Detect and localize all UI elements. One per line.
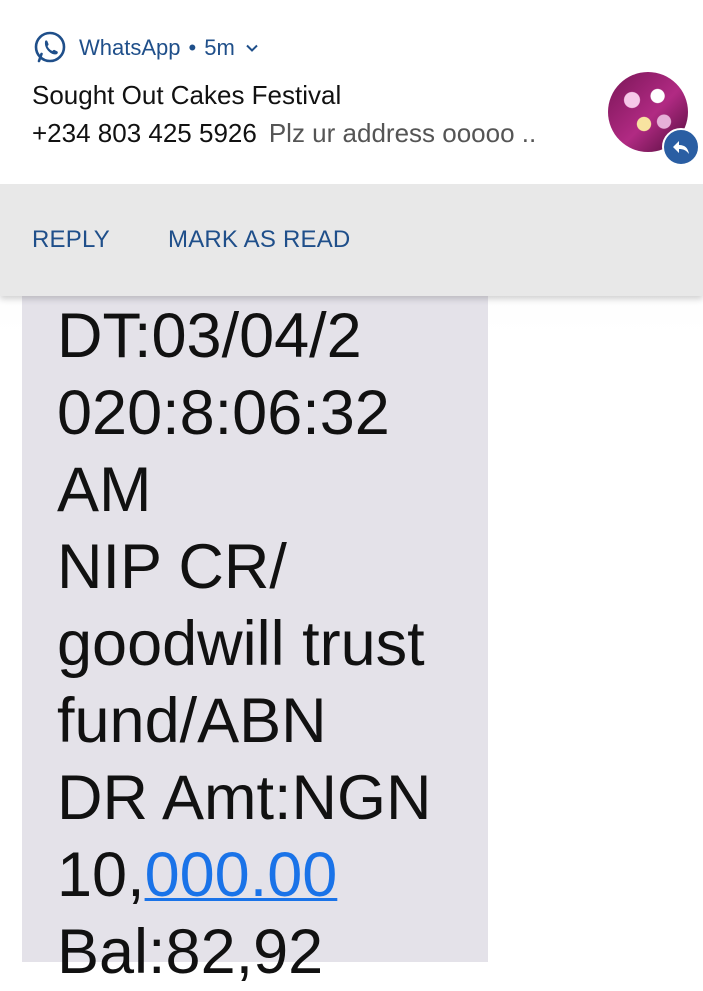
reply-button[interactable]: REPLY bbox=[32, 226, 110, 254]
sms-line: NIP CR/ bbox=[57, 532, 287, 602]
notification-actions: REPLY MARK AS READ bbox=[0, 184, 703, 296]
sms-line: DT:03/04/2 bbox=[57, 301, 362, 371]
mark-as-read-button[interactable]: MARK AS READ bbox=[168, 226, 350, 254]
separator-dot: • bbox=[188, 35, 197, 60]
notification-header[interactable]: WhatsApp • 5m bbox=[32, 30, 259, 66]
sms-message-text: DT:03/04/2 020:8:06:32 AM NIP CR/ goodwi… bbox=[57, 298, 487, 991]
notification-body[interactable]: WhatsApp • 5m Sought Out Cakes Festival … bbox=[0, 0, 703, 184]
sender-number: +234 803 425 5926 bbox=[32, 118, 257, 148]
notification-message: +234 803 425 5926 Plz ur address ooooo .. bbox=[32, 118, 536, 149]
chevron-down-icon[interactable] bbox=[245, 41, 259, 55]
app-name: WhatsApp bbox=[79, 35, 181, 60]
amount-link[interactable]: 000.00 bbox=[145, 840, 338, 910]
reply-badge bbox=[662, 128, 700, 166]
sms-balance-line: Bal:82,92 bbox=[57, 917, 324, 987]
sms-line: fund/ABN bbox=[57, 686, 327, 756]
notification-title: Sought Out Cakes Festival bbox=[32, 80, 342, 110]
reply-icon bbox=[673, 141, 689, 154]
amount-prefix: 10, bbox=[57, 840, 145, 910]
sms-line: AM bbox=[57, 455, 152, 525]
message-preview: Plz ur address ooooo .. bbox=[268, 118, 537, 148]
sms-line: goodwill trust bbox=[57, 609, 425, 679]
whatsapp-notification[interactable]: WhatsApp • 5m Sought Out Cakes Festival … bbox=[0, 0, 703, 296]
sms-line: DR Amt:NGN bbox=[57, 763, 432, 833]
whatsapp-icon bbox=[34, 31, 66, 63]
sms-amount-line: 10,000.00 bbox=[57, 837, 487, 914]
time-ago: 5m bbox=[204, 35, 235, 60]
sms-line: 020:8:06:32 bbox=[57, 378, 390, 448]
